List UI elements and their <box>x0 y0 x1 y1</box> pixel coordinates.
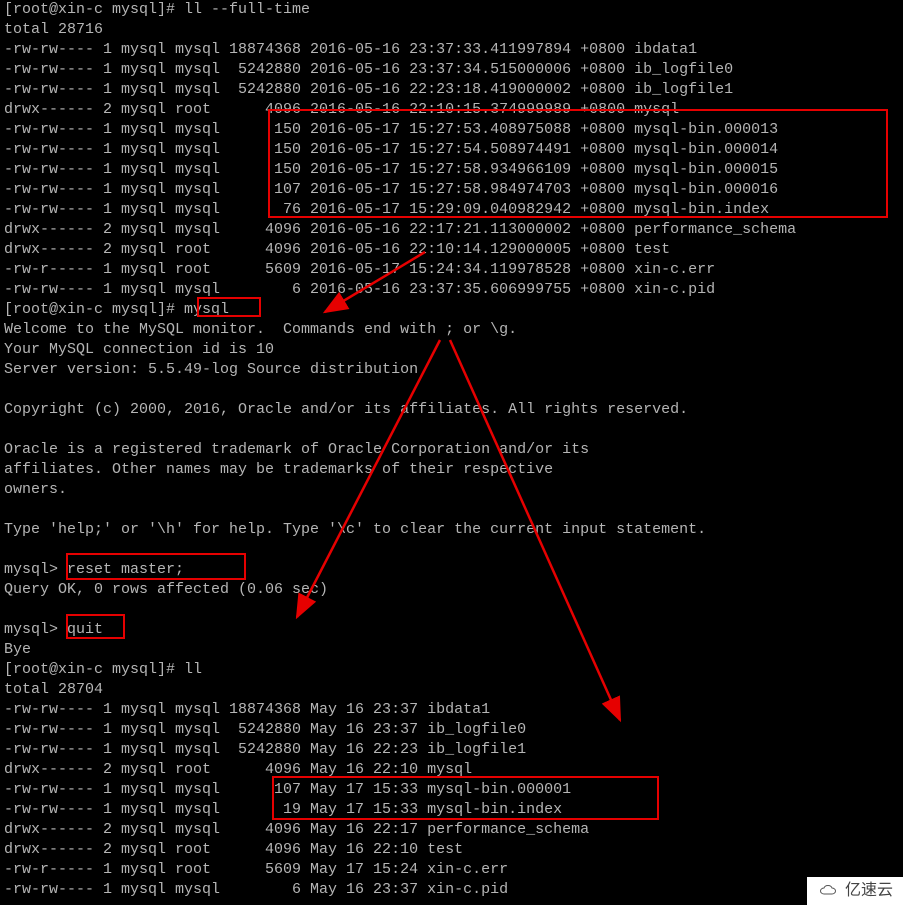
terminal-line: -rw-rw---- 1 mysql mysql 6 May 16 23:37 … <box>4 880 899 900</box>
terminal-line: Server version: 5.5.49-log Source distri… <box>4 360 899 380</box>
terminal-line: Copyright (c) 2000, 2016, Oracle and/or … <box>4 400 899 420</box>
terminal-line <box>4 600 899 620</box>
terminal-line: -rw-rw---- 1 mysql mysql 107 2016-05-17 … <box>4 180 899 200</box>
terminal-line: -rw-rw---- 1 mysql mysql 150 2016-05-17 … <box>4 120 899 140</box>
terminal-line: -rw-rw---- 1 mysql mysql 5242880 2016-05… <box>4 60 899 80</box>
terminal-line: drwx------ 2 mysql mysql 4096 2016-05-16… <box>4 220 899 240</box>
terminal-line: -rw-rw---- 1 mysql mysql 18874368 May 16… <box>4 700 899 720</box>
terminal-line: mysql> quit <box>4 620 899 640</box>
terminal-line: drwx------ 2 mysql root 4096 May 16 22:1… <box>4 840 899 860</box>
terminal-line: -rw-rw---- 1 mysql mysql 5242880 May 16 … <box>4 740 899 760</box>
terminal-line: -rw-rw---- 1 mysql mysql 6 2016-05-16 23… <box>4 280 899 300</box>
watermark: 亿速云 <box>807 877 903 905</box>
watermark-text: 亿速云 <box>845 881 893 901</box>
terminal-line: -rw-rw---- 1 mysql mysql 150 2016-05-17 … <box>4 140 899 160</box>
terminal-line: affiliates. Other names may be trademark… <box>4 460 899 480</box>
terminal-line: [root@xin-c mysql]# mysql <box>4 300 899 320</box>
terminal-line: mysql> reset master; <box>4 560 899 580</box>
terminal-line: -rw-rw---- 1 mysql mysql 5242880 May 16 … <box>4 720 899 740</box>
terminal-line: Bye <box>4 640 899 660</box>
terminal-line: -rw-rw---- 1 mysql mysql 150 2016-05-17 … <box>4 160 899 180</box>
terminal-line: [root@xin-c mysql]# ll <box>4 660 899 680</box>
terminal-line: -rw-rw---- 1 mysql mysql 107 May 17 15:3… <box>4 780 899 800</box>
terminal-line: -rw-r----- 1 mysql root 5609 May 17 15:2… <box>4 860 899 880</box>
terminal-line <box>4 380 899 400</box>
terminal-line: -rw-rw---- 1 mysql mysql 76 2016-05-17 1… <box>4 200 899 220</box>
terminal-line: drwx------ 2 mysql root 4096 2016-05-16 … <box>4 240 899 260</box>
terminal-line <box>4 420 899 440</box>
terminal-line: Your MySQL connection id is 10 <box>4 340 899 360</box>
terminal-line: Oracle is a registered trademark of Orac… <box>4 440 899 460</box>
terminal-line: drwx------ 2 mysql mysql 4096 May 16 22:… <box>4 820 899 840</box>
terminal-line: drwx------ 2 mysql root 4096 May 16 22:1… <box>4 760 899 780</box>
terminal-line: -rw-rw---- 1 mysql mysql 19 May 17 15:33… <box>4 800 899 820</box>
terminal-line: -rw-rw---- 1 mysql mysql 18874368 2016-0… <box>4 40 899 60</box>
terminal-output: [root@xin-c mysql]# ll --full-timetotal … <box>4 0 899 900</box>
terminal-line: total 28704 <box>4 680 899 700</box>
terminal-line: Type 'help;' or '\h' for help. Type '\c'… <box>4 520 899 540</box>
terminal-line: Welcome to the MySQL monitor. Commands e… <box>4 320 899 340</box>
cloud-icon <box>817 883 841 899</box>
terminal-line: total 28716 <box>4 20 899 40</box>
terminal-line: owners. <box>4 480 899 500</box>
terminal-line: [root@xin-c mysql]# ll --full-time <box>4 0 899 20</box>
terminal-line <box>4 540 899 560</box>
terminal-line: drwx------ 2 mysql root 4096 2016-05-16 … <box>4 100 899 120</box>
terminal-line <box>4 500 899 520</box>
terminal-line: -rw-rw---- 1 mysql mysql 5242880 2016-05… <box>4 80 899 100</box>
terminal-line: Query OK, 0 rows affected (0.06 sec) <box>4 580 899 600</box>
terminal-line: -rw-r----- 1 mysql root 5609 2016-05-17 … <box>4 260 899 280</box>
